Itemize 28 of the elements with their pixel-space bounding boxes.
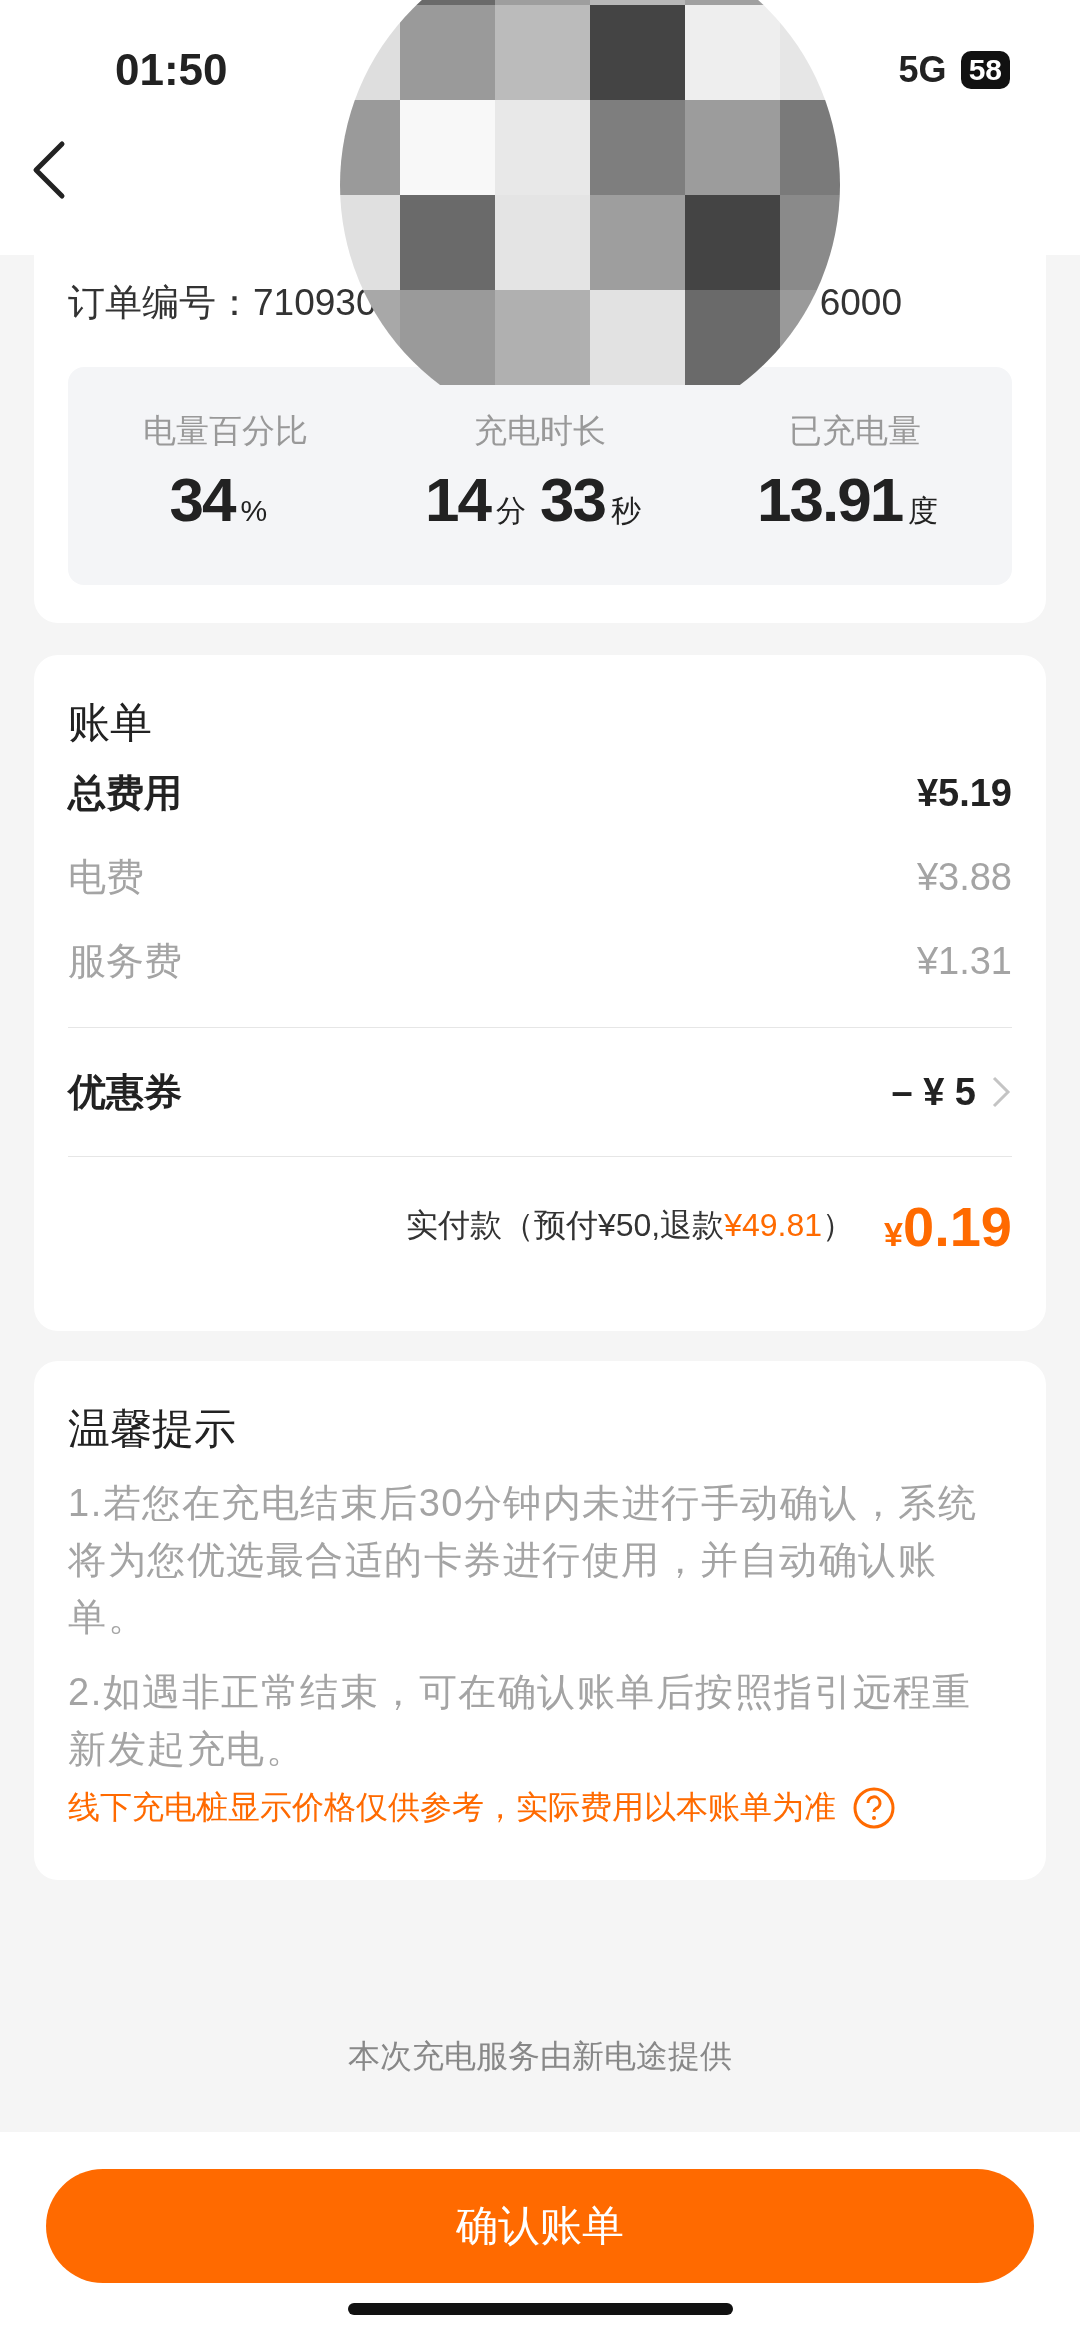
order-number-tail: 6000 [819, 282, 902, 324]
fee-label: 服务费 [68, 938, 182, 984]
fee-label: 电费 [68, 854, 144, 900]
battery-indicator: 58 [960, 51, 1010, 89]
coupon-label: 优惠券 [68, 1069, 182, 1115]
network-label: 5G [898, 49, 947, 91]
section-title: 账单 [68, 698, 153, 748]
help-icon[interactable] [852, 1786, 896, 1830]
provider-note: 本次充电服务由新电途提供 [347, 2037, 733, 2076]
tip-text: 2.如遇非正常结束，可在确认账单后按照指引远程重新发起充电。 [68, 1670, 973, 1772]
section-title: 温馨提示 [68, 1404, 237, 1454]
stat-value: 34% [169, 464, 269, 535]
coupon-amount[interactable]: – ¥ 5 [891, 1070, 976, 1114]
fee-amount: ¥1.31 [916, 939, 1012, 983]
fee-amount: ¥3.88 [916, 855, 1012, 899]
stat-label: 电量百分比 [142, 411, 308, 451]
stat-label: 已充电量 [788, 411, 921, 451]
fee-amount: ¥5.19 [916, 771, 1012, 815]
tip-text: 1.若您在充电结束后30分钟内未进行手动确认，系统将为您优选最合适的卡券进行使用，并自动确认账单。 [68, 1481, 979, 1640]
chevron-right-icon[interactable] [990, 1075, 1012, 1109]
stat-value: 14分 33秒 [425, 464, 642, 535]
fee-label: 总费用 [68, 770, 182, 816]
stat-label: 充电时长 [474, 411, 606, 451]
paid-summary: 实付款（预付¥50,退款¥49.81） [405, 1206, 855, 1245]
paid-amount: ¥0.19 [884, 1193, 1012, 1259]
price-notice: 线下充电桩显示价格仅供参考，实际费用以本账单为准 [68, 1788, 836, 1827]
status-time: 01:50 [115, 45, 228, 95]
stat-value: 13.91度 [757, 464, 940, 535]
